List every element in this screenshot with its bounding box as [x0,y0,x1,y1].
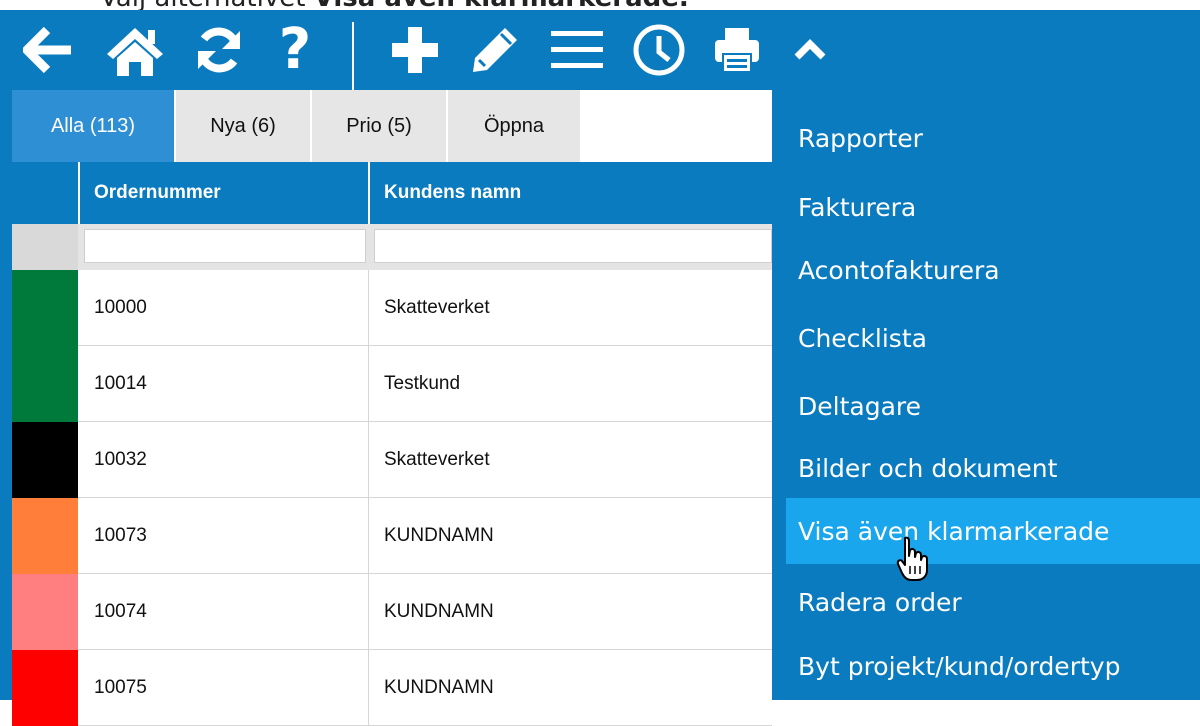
plus-icon [392,27,438,73]
menu-item-bilder-och-dokument[interactable]: Bilder och dokument [786,448,1200,488]
menu-item-byt-projekt-kund-ordertyp[interactable]: Byt projekt/kund/ordertyp [786,646,1200,686]
tab-oppna[interactable]: Öppna [448,90,580,162]
menu-item-radera-order[interactable]: Radera order [786,582,1200,622]
history-button[interactable] [626,10,692,90]
order-number-cell: 10000 [94,297,147,318]
back-arrow-icon [23,26,71,74]
back-button[interactable] [18,10,80,90]
table-row[interactable]: 10000 Skatteverket [12,270,772,346]
column-header-label: Kundens namn [384,182,522,203]
tab-bar: Alla (113) Nya (6) Prio (5) Öppna [12,90,772,162]
order-number-cell: 10014 [94,373,147,394]
cell-divider [368,574,369,650]
status-color-swatch [12,498,78,574]
column-header-label: Ordernummer [94,182,221,203]
chevron-up-icon [794,39,826,60]
menu-item-checklista[interactable]: Checklista [786,318,1200,358]
table-row[interactable]: 10075 KUNDNAMN [12,650,772,726]
home-icon [107,28,163,76]
customer-name-cell: KUNDNAMN [384,677,494,698]
caption-prefix: Välj alternativet [100,0,314,10]
tab-label: Alla (113) [50,114,136,137]
order-filter-input[interactable] [84,229,366,263]
edit-button[interactable] [464,10,526,90]
order-number-cell: 10075 [94,677,147,698]
clock-icon [633,24,685,76]
menu-item-label: Deltagare [798,391,921,421]
pencil-icon [473,28,517,72]
cell-divider [368,422,369,498]
home-button[interactable] [100,10,170,90]
cell-divider [368,270,369,346]
table-header: Ordernummer Kundens namn [12,162,772,224]
order-number-cell: 10074 [94,601,147,622]
menu-item-label: Bilder och dokument [798,453,1058,483]
toolbar-separator [352,22,354,90]
status-color-swatch [12,346,78,422]
menu-item-fakturera[interactable]: Fakturera [786,187,1200,227]
help-button[interactable]: ? [266,10,324,90]
menu-item-label: Byt projekt/kund/ordertyp [798,651,1121,681]
toolbar: ? [0,10,1200,90]
print-button[interactable] [706,10,768,90]
actions-menu: Rapporter Fakturera Acontofakturera Chec… [772,90,1200,700]
status-color-swatch [12,422,78,498]
table-row[interactable]: 10032 Skatteverket [12,422,772,498]
menu-item-label: Radera order [798,587,962,617]
menu-item-label: Fakturera [798,192,917,222]
column-header-ordernummer[interactable]: Ordernummer [94,162,221,224]
customer-name-cell: KUNDNAMN [384,601,494,622]
order-number-cell: 10073 [94,525,147,546]
tab-label: Öppna [483,114,545,137]
tab-nya[interactable]: Nya (6) [176,90,310,162]
caption-bold: Visa även klarmarkerade. [314,0,689,10]
menu-item-deltagare[interactable]: Deltagare [786,386,1200,426]
table-row[interactable]: 10073 KUNDNAMN [12,498,772,574]
order-number-cell: 10032 [94,449,147,470]
tab-prio[interactable]: Prio (5) [312,90,446,162]
column-header-kundens-namn[interactable]: Kundens namn [384,162,521,224]
status-color-swatch [12,270,78,346]
menu-item-label: Checklista [798,323,927,353]
cell-divider [368,498,369,574]
table-row[interactable]: 10014 Testkund [12,346,772,422]
menu-item-label: Acontofakturera [798,255,1000,285]
refresh-button[interactable] [186,10,252,90]
order-table-body: 10000 Skatteverket 10014 Testkund 10032 … [12,270,772,726]
status-color-swatch [12,650,78,726]
customer-filter-input[interactable] [374,229,772,263]
instruction-caption: Välj alternativet Visa även klarmarkerad… [0,0,1200,10]
cell-divider [368,346,369,422]
menu-item-rapporter[interactable]: Rapporter [786,118,1200,158]
tab-label: Nya (6) [210,114,276,137]
refresh-icon [198,27,240,73]
collapse-button[interactable] [786,10,834,90]
table-row[interactable]: 10074 KUNDNAMN [12,574,772,650]
printer-icon [715,28,759,73]
cell-divider [368,650,369,726]
column-divider [78,162,80,224]
tab-label: Prio (5) [346,114,412,137]
menu-item-visa-aven-klarmarkerade[interactable]: Visa även klarmarkerade [786,498,1200,564]
menu-icon [551,31,603,68]
add-button[interactable] [384,10,446,90]
menu-item-label: Rapporter [798,123,923,153]
left-border [0,90,12,700]
menu-item-acontofakturera[interactable]: Acontofakturera [786,250,1200,290]
customer-name-cell: KUNDNAMN [384,525,494,546]
column-divider [368,162,370,224]
customer-name-cell: Testkund [384,373,461,394]
filter-row [12,224,772,270]
help-icon: ? [278,17,312,82]
menu-item-label: Visa även klarmarkerade [798,516,1110,546]
customer-name-cell: Skatteverket [384,449,490,470]
filter-color-cell [12,224,78,270]
customer-name-cell: Skatteverket [384,297,490,318]
list-menu-button[interactable] [544,10,610,90]
status-color-swatch [12,574,78,650]
tab-alla[interactable]: Alla (113) [12,90,174,162]
